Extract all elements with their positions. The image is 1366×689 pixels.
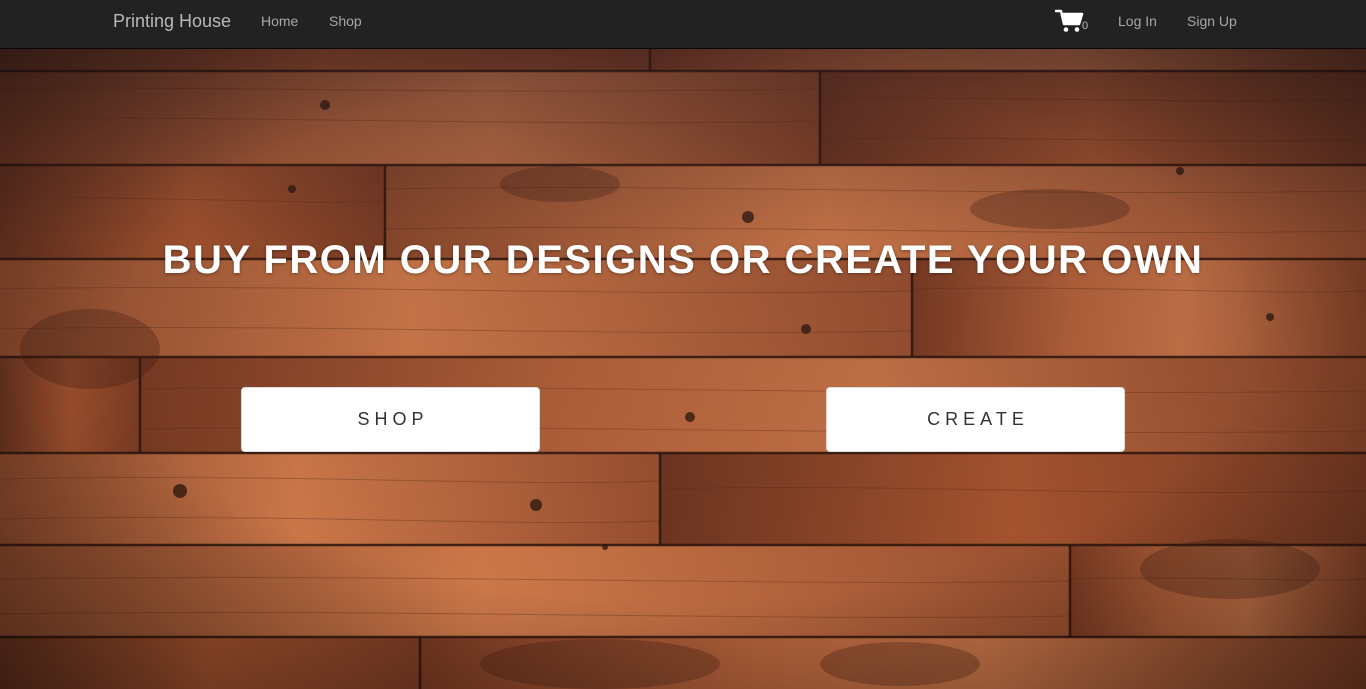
- brand-link[interactable]: Printing House: [113, 11, 231, 31]
- nav-login-link[interactable]: Log In: [1118, 13, 1157, 29]
- page: Printing House Home Shop 0 Log In Sign U…: [0, 0, 1366, 689]
- wood-floor-background: [0, 49, 1366, 689]
- nav-shop-link[interactable]: Shop: [329, 13, 362, 29]
- hero-section: BUY FROM OUR DESIGNS OR CREATE YOUR OWN …: [0, 49, 1366, 689]
- navbar: Printing House Home Shop 0 Log In Sign U…: [0, 0, 1366, 49]
- shop-button[interactable]: SHOP: [241, 387, 540, 452]
- cart-button[interactable]: 0: [1055, 8, 1091, 34]
- hero-headline: BUY FROM OUR DESIGNS OR CREATE YOUR OWN: [162, 238, 1204, 282]
- create-button[interactable]: CREATE: [826, 387, 1125, 452]
- shopping-cart-icon: [1055, 9, 1084, 32]
- nav-home-link[interactable]: Home: [261, 13, 298, 29]
- nav-signup-link[interactable]: Sign Up: [1187, 13, 1237, 29]
- cart-count-badge: 0: [1082, 20, 1089, 32]
